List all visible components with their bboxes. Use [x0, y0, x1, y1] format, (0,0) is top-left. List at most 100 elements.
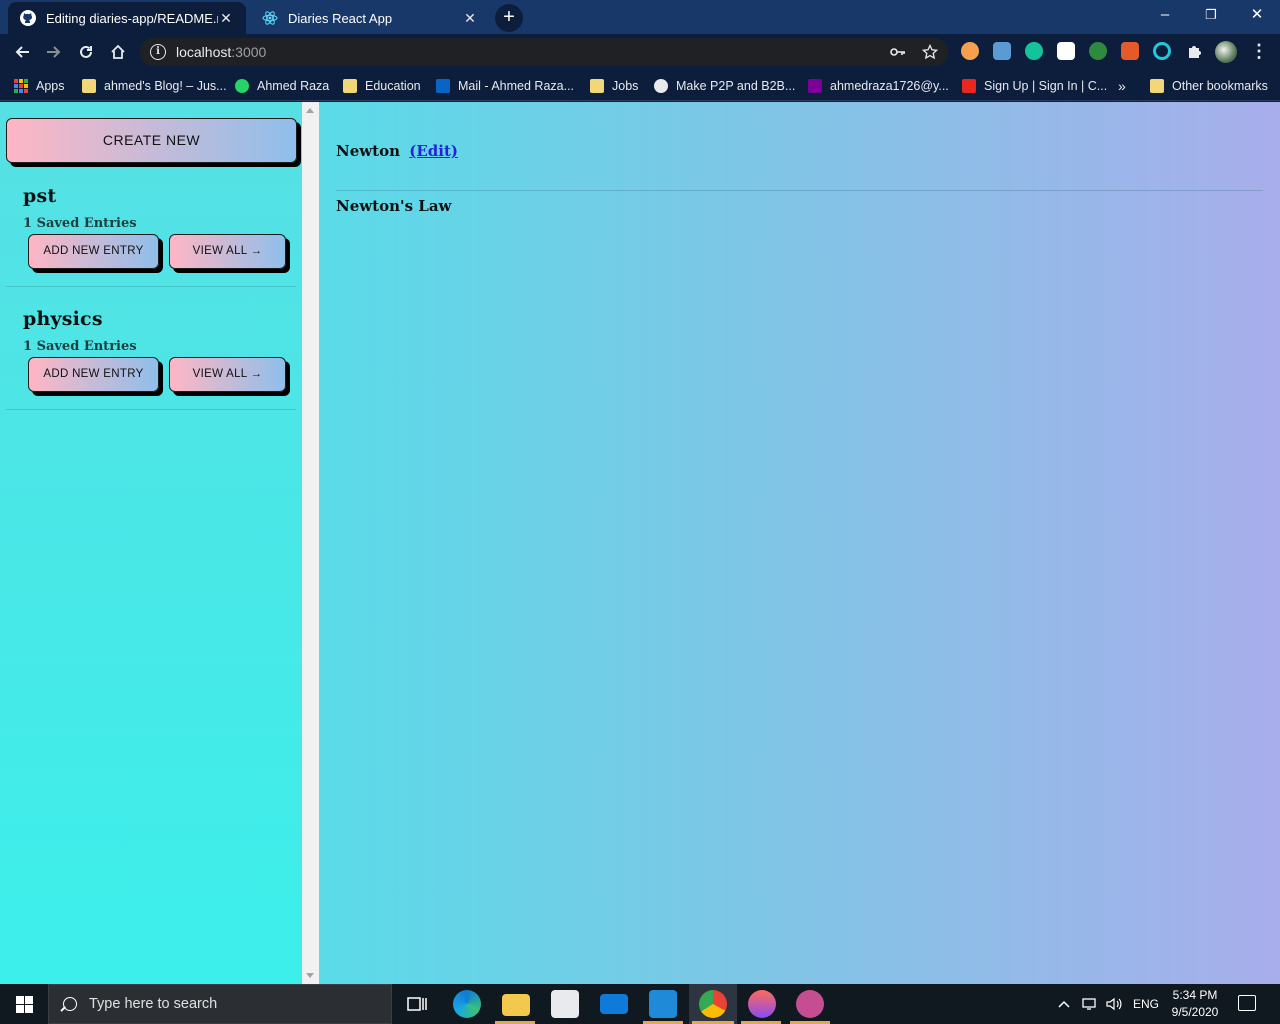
home-icon[interactable]: [104, 38, 132, 66]
store-icon[interactable]: [551, 990, 579, 1018]
volume-icon[interactable]: [1106, 984, 1124, 1024]
bookmark-star-icon[interactable]: [921, 43, 939, 60]
extension-orange-icon[interactable]: [1121, 42, 1139, 60]
diary-divider: [6, 286, 296, 287]
folder-icon: [1150, 79, 1164, 93]
file-explorer-icon[interactable]: [502, 994, 530, 1016]
network-icon[interactable]: [1082, 984, 1100, 1024]
cookie-extension-icon[interactable]: [961, 42, 979, 60]
vscode-icon[interactable]: [649, 990, 677, 1018]
extension-green-icon[interactable]: [1089, 42, 1107, 60]
notifications-icon[interactable]: [1238, 995, 1256, 1011]
pdf-extension-icon[interactable]: [1057, 42, 1075, 60]
clock-time: 5:34 PM: [1172, 988, 1218, 1002]
entry-divider: [336, 190, 1263, 191]
bookmark-jobs[interactable]: Jobs: [590, 76, 638, 96]
bookmark-label: Ahmed Raza: [257, 79, 330, 93]
add-new-entry-button[interactable]: ADD NEW ENTRY: [28, 357, 159, 392]
diary-card-pst: pst 1 Saved Entries ADD NEW ENTRY VIEW A…: [0, 185, 296, 287]
bookmark-label: Sign Up | Sign In | C...: [984, 79, 1108, 93]
reload-icon[interactable]: [72, 38, 100, 66]
forward-arrow-icon[interactable]: [40, 38, 68, 66]
new-tab-button[interactable]: +: [495, 4, 523, 32]
extension-blue-icon[interactable]: [993, 42, 1011, 60]
view-all-button[interactable]: VIEW ALL →: [169, 357, 286, 392]
task-view-icon[interactable]: [402, 990, 430, 1018]
outlook-icon: [436, 79, 450, 93]
chrome-menu-icon[interactable]: ⋮: [1250, 40, 1268, 64]
entry-header: Newton (Edit): [336, 142, 458, 160]
whatsapp-icon: [235, 79, 249, 93]
site-info-icon[interactable]: i: [150, 44, 166, 60]
restore-button[interactable]: ❐: [1188, 0, 1234, 30]
bookmark-education[interactable]: Education: [343, 76, 421, 96]
apps-grid-icon: [14, 79, 28, 93]
bookmark-sign-up[interactable]: Sign Up | Sign In | C...: [962, 76, 1107, 96]
add-new-entry-button[interactable]: ADD NEW ENTRY: [28, 234, 159, 269]
github-icon: [20, 10, 36, 26]
tab-title: Editing diaries-app/README.md: [46, 10, 218, 26]
bookmarks-overflow-icon[interactable]: »: [1118, 76, 1126, 96]
mail-icon[interactable]: [600, 994, 628, 1014]
diary-name: physics: [23, 308, 103, 330]
search-placeholder: Type here to search: [89, 996, 218, 1012]
edit-entry-link[interactable]: (Edit): [409, 142, 458, 160]
diary-entry-count: 1 Saved Entries: [23, 216, 137, 231]
bookmark-label: Make P2P and B2B...: [676, 79, 796, 93]
diary-entry-count: 1 Saved Entries: [23, 339, 137, 354]
chrome-icon[interactable]: [699, 990, 727, 1018]
extensions-puzzle-icon[interactable]: [1186, 44, 1202, 60]
window-close-button[interactable]: ✕: [1234, 0, 1280, 30]
folder-icon: [82, 79, 96, 93]
address-bar[interactable]: i localhost:3000: [140, 38, 948, 66]
diaries-sidebar: CREATE NEW pst 1 Saved Entries ADD NEW E…: [0, 102, 302, 984]
diary-card-physics: physics 1 Saved Entries ADD NEW ENTRY VI…: [0, 308, 296, 410]
input-language[interactable]: ENG: [1133, 984, 1159, 1024]
diary-name: pst: [23, 185, 57, 207]
bookmark-p2p[interactable]: Make P2P and B2B...: [654, 76, 795, 96]
globe-icon: [654, 79, 668, 93]
scroll-up-arrow-icon[interactable]: [306, 108, 314, 113]
bookmark-mail[interactable]: Mail - Ahmed Raza...: [436, 76, 574, 96]
tab-close-icon[interactable]: ✕: [218, 10, 234, 27]
folder-icon: [590, 79, 604, 93]
scroll-down-arrow-icon[interactable]: [306, 973, 314, 978]
tab-close-icon[interactable]: ✕: [462, 10, 478, 27]
tab-github-readme[interactable]: Editing diaries-app/README.md ✕: [8, 2, 246, 34]
bookmark-blog[interactable]: ahmed's Blog! – Jus...: [82, 76, 227, 96]
tab-diaries-react-app[interactable]: Diaries React App ✕: [250, 2, 490, 34]
paint-drop-icon[interactable]: [748, 990, 776, 1018]
bookmark-label: Education: [365, 79, 421, 93]
address-host: localhost: [176, 44, 232, 60]
create-new-button[interactable]: CREATE NEW: [6, 118, 297, 163]
windows-logo-icon: [15, 995, 33, 1013]
react-icon: [262, 10, 278, 26]
bookmark-other[interactable]: Other bookmarks: [1150, 76, 1268, 96]
system-clock[interactable]: 5:34 PM 9/5/2020: [1165, 987, 1225, 1021]
taskbar-search-box[interactable]: Type here to search: [48, 984, 392, 1024]
folder-icon: [343, 79, 357, 93]
clock-date: 9/5/2020: [1171, 1005, 1219, 1019]
start-button[interactable]: [0, 984, 48, 1024]
bookmark-ahmed-raza[interactable]: Ahmed Raza: [235, 76, 329, 96]
password-key-icon[interactable]: [890, 44, 906, 60]
adobe-icon: [962, 79, 976, 93]
back-arrow-icon[interactable]: [8, 38, 36, 66]
bookmark-yahoo[interactable]: ahmedraza1726@y...: [808, 76, 949, 96]
extension-target-icon[interactable]: [1153, 42, 1171, 60]
edge-browser-icon[interactable]: [453, 990, 481, 1018]
github-desktop-icon[interactable]: [796, 990, 824, 1018]
minimize-button[interactable]: –: [1142, 0, 1188, 30]
browser-tab-strip: Editing diaries-app/README.md ✕ Diaries …: [0, 0, 1280, 34]
view-all-button[interactable]: VIEW ALL →: [169, 234, 286, 269]
bookmark-apps[interactable]: Apps: [14, 76, 65, 96]
grammarly-icon[interactable]: [1025, 42, 1043, 60]
show-hidden-icons-chevron-icon[interactable]: [1058, 984, 1074, 1024]
tab-title: Diaries React App: [288, 10, 393, 26]
bookmarks-bar: Apps ahmed's Blog! – Jus... Ahmed Raza E…: [0, 70, 1280, 101]
sidebar-scrollbar[interactable]: [302, 102, 319, 984]
windows-taskbar: Type here to search ENG 5:34 PM 9/5/2020: [0, 984, 1280, 1024]
browser-toolbar: i localhost:3000 ⋮: [0, 34, 1280, 70]
profile-avatar[interactable]: [1215, 41, 1237, 63]
address-port: :3000: [231, 44, 267, 60]
